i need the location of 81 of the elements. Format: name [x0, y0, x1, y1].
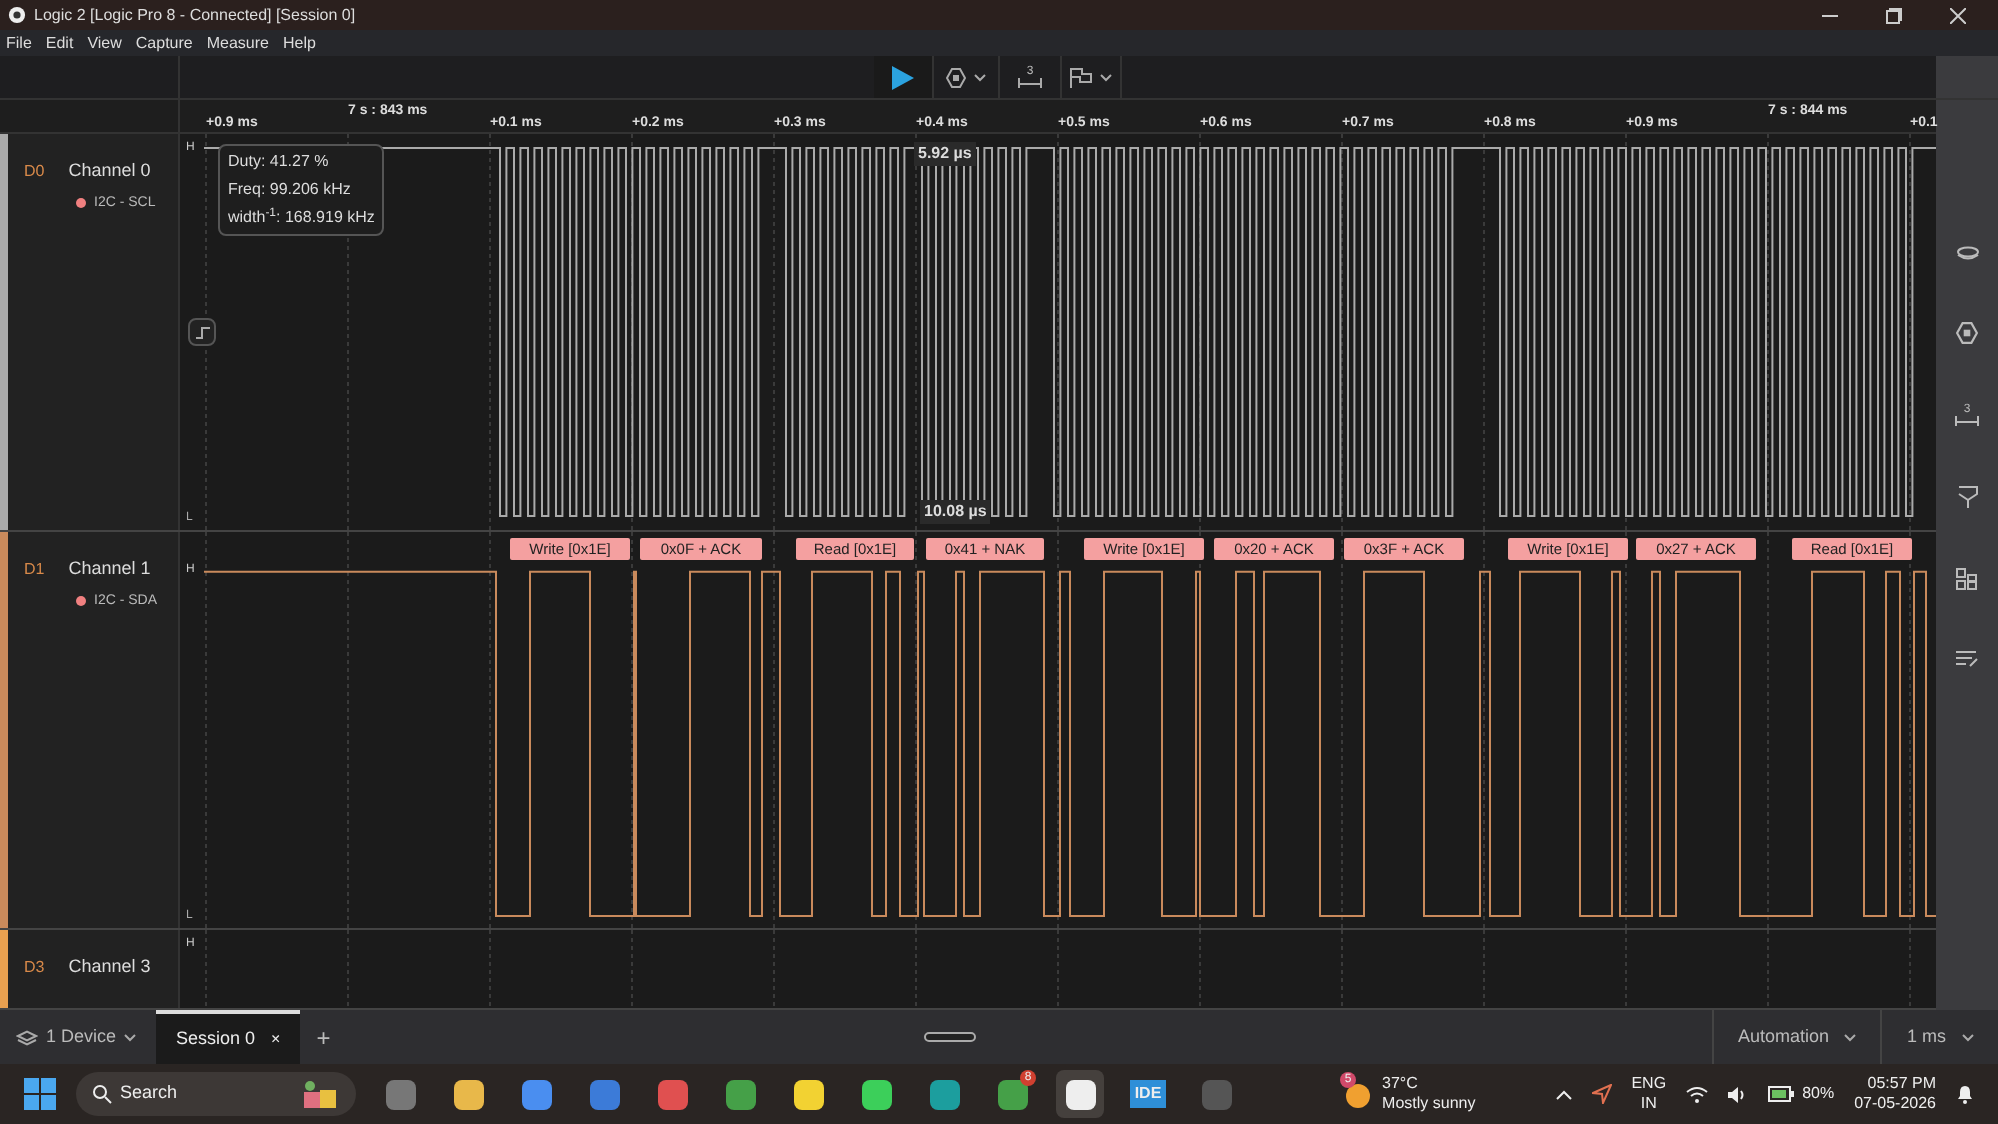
- session-close-button[interactable]: ×: [271, 1027, 281, 1051]
- battery-icon: [1768, 1086, 1795, 1102]
- notification-bell-icon[interactable]: [1956, 1084, 1974, 1104]
- speaker-icon: [1728, 1085, 1749, 1103]
- notes-icon[interactable]: [1956, 650, 1978, 668]
- wifi-icon: [1686, 1085, 1709, 1103]
- app-icon: [385, 1079, 415, 1109]
- caret-icon: [1844, 1033, 1857, 1041]
- language-label[interactable]: ENG: [1631, 1074, 1667, 1094]
- hexagon-icon[interactable]: [1956, 322, 1978, 344]
- period-label: 10.08 µs: [920, 500, 991, 524]
- close-icon[interactable]: [1950, 7, 1966, 23]
- app-label: IDE: [1130, 1080, 1166, 1108]
- caret-icon: [124, 1033, 137, 1041]
- search-placeholder: Search: [120, 1080, 180, 1107]
- ruler-icon: [1954, 416, 1980, 426]
- layers-icon[interactable]: [1955, 246, 1979, 262]
- window-title: Logic 2 [Logic Pro 8 - Connected] [Session 0]: [34, 3, 358, 27]
- search-field[interactable]: Search: [76, 1072, 356, 1116]
- menu-item[interactable]: View: [87, 31, 122, 55]
- resize-handle[interactable]: [923, 1032, 976, 1042]
- edge-marker-button[interactable]: [188, 318, 216, 346]
- app-icon: [725, 1079, 755, 1109]
- hexagon-icon: [946, 67, 966, 87]
- channel-id: D0: [24, 159, 45, 184]
- session-tab[interactable]: Session 0 ×: [156, 1010, 301, 1064]
- flag-icon: [1070, 67, 1092, 87]
- ruler-icon: [1018, 78, 1042, 88]
- device-selector[interactable]: 1 Device: [0, 1010, 156, 1064]
- app-icon: [453, 1079, 483, 1109]
- menu-item[interactable]: File: [6, 31, 32, 55]
- analyzer-dot-icon: [76, 198, 86, 209]
- weather-condition: Mostly sunny: [1382, 1094, 1476, 1114]
- grid-icon[interactable]: [1956, 568, 1978, 590]
- clock-date: 07-05-2026: [1854, 1094, 1936, 1114]
- add-session-button[interactable]: +: [300, 1019, 347, 1055]
- channel-name: Channel 3: [68, 954, 151, 980]
- language-label[interactable]: IN: [1640, 1094, 1657, 1114]
- app-icon: [929, 1079, 959, 1109]
- session-tab-label: Session 0: [176, 1025, 256, 1052]
- channel-header[interactable]: D3 Channel 3: [0, 930, 180, 1008]
- menu-item[interactable]: Measure: [206, 31, 269, 55]
- play-icon: [892, 65, 914, 89]
- pin-icon[interactable]: [1957, 486, 1977, 508]
- caret-icon: [1100, 73, 1112, 81]
- pulse-width-label: 5.92 µs: [914, 142, 976, 166]
- location-arrow-icon: [1591, 1084, 1612, 1104]
- restore-icon[interactable]: [1886, 7, 1902, 23]
- measurement-line: Freq: 99.206 kHz: [228, 178, 353, 202]
- analyzer-dot-icon: [76, 596, 86, 607]
- measurement-line: Duty: 41.27 %: [228, 150, 331, 174]
- measurement-line: width$^{-1}$: 168.919 kHz: [228, 206, 375, 230]
- edge-icon: [193, 325, 211, 339]
- channel-name: Channel 1: [68, 556, 151, 582]
- app-icon: [793, 1079, 823, 1109]
- app-logo-icon: [8, 6, 26, 24]
- menu-item[interactable]: Edit: [45, 31, 74, 55]
- menu-item[interactable]: Help: [282, 31, 316, 55]
- app-icon: [589, 1079, 619, 1109]
- app-icon: [1065, 1079, 1095, 1109]
- windows-start-icon[interactable]: [24, 1078, 56, 1110]
- temperature: 37°C: [1382, 1074, 1420, 1094]
- app-icon: [521, 1079, 551, 1109]
- app-icon: [861, 1079, 891, 1109]
- caret-icon: [974, 73, 986, 81]
- app-icon: [657, 1079, 687, 1109]
- app-icon: [997, 1079, 1027, 1109]
- device-icon: [16, 1029, 38, 1045]
- channel-id: D1: [24, 557, 45, 582]
- menu-item[interactable]: Capture: [135, 31, 193, 55]
- search-icon: [92, 1084, 112, 1104]
- chevron-up-icon[interactable]: [1555, 1089, 1572, 1099]
- app-icon: [1201, 1079, 1231, 1109]
- start-capture-button[interactable]: [874, 56, 934, 98]
- gift-icon: [300, 1080, 340, 1108]
- clock-time: 05:57 PM: [1867, 1074, 1936, 1094]
- taskbar-app[interactable]: [1056, 1070, 1104, 1118]
- channel-name: Channel 0: [68, 158, 151, 184]
- battery-percent: 80%: [1802, 1082, 1835, 1106]
- caret-icon: [1962, 1033, 1974, 1041]
- channel-id: D3: [24, 955, 45, 980]
